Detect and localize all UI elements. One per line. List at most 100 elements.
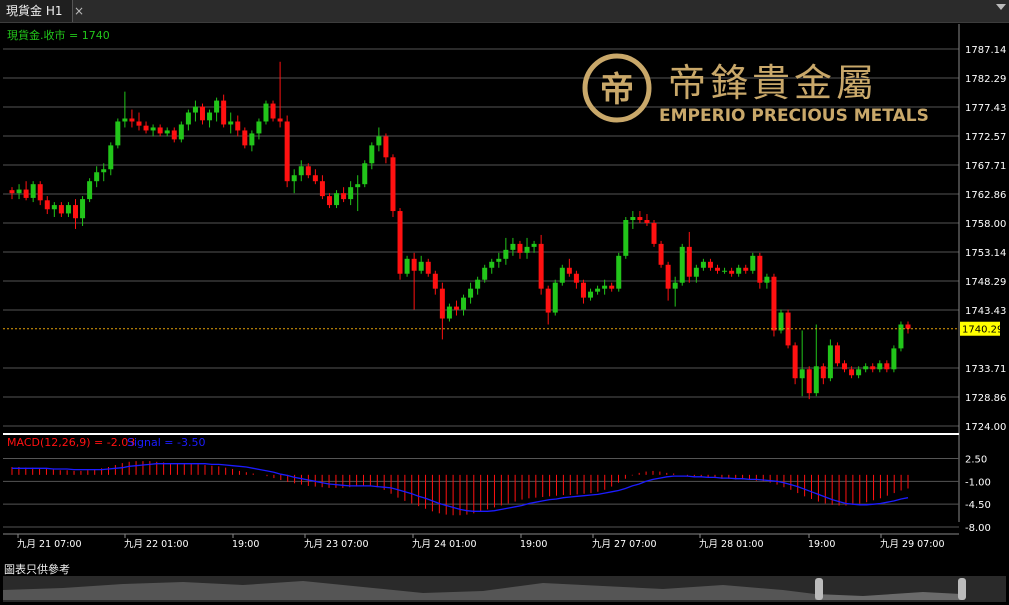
candle-body bbox=[277, 118, 283, 122]
time-tick-label: 九月 27 07:00 bbox=[592, 538, 657, 550]
price-tick-label: 1758.00 bbox=[965, 219, 1006, 230]
candle-body bbox=[305, 166, 311, 176]
candle-body bbox=[164, 130, 170, 134]
macd-label: MACD(12,26,9) = -2.03 bbox=[7, 436, 135, 449]
candle-body bbox=[651, 222, 657, 244]
candle-body bbox=[545, 288, 551, 313]
candle-body bbox=[362, 163, 368, 185]
candle-body bbox=[820, 366, 826, 379]
candle-body bbox=[693, 267, 699, 277]
candle-body bbox=[65, 205, 71, 214]
price-tick-label: 1782.29 bbox=[965, 74, 1006, 85]
candle-body bbox=[609, 285, 615, 289]
candle-body bbox=[341, 193, 347, 200]
logo-chinese-text: 帝鋒貴金屬 bbox=[668, 61, 878, 105]
candle-body bbox=[898, 324, 904, 349]
candle-body bbox=[573, 273, 579, 283]
candle-body bbox=[743, 267, 749, 271]
candle-body bbox=[475, 279, 481, 289]
candle-body bbox=[376, 136, 382, 146]
time-tick-label: 九月 23 07:00 bbox=[304, 538, 369, 550]
candle-body bbox=[778, 312, 784, 331]
candle-body bbox=[489, 261, 495, 268]
price-tick-label: 1762.86 bbox=[965, 190, 1006, 201]
candle-body bbox=[891, 348, 897, 370]
close-icon[interactable]: × bbox=[70, 0, 88, 22]
candle-body bbox=[842, 363, 848, 370]
candle-body bbox=[707, 261, 713, 268]
candle-body bbox=[94, 172, 100, 182]
candle-body bbox=[827, 345, 833, 379]
scroll-handle-right[interactable] bbox=[958, 578, 966, 600]
candle-body bbox=[23, 189, 29, 198]
candle-body bbox=[729, 270, 735, 274]
time-tick-label: 九月 21 07:00 bbox=[17, 538, 82, 550]
logo-english-text: EMPERIO PRECIOUS METALS bbox=[659, 106, 929, 126]
candle-body bbox=[644, 220, 650, 223]
chart-area: 1787.14 1782.29 1777.43 1772.57 1767.71 1762.… bbox=[3, 24, 1006, 562]
price-chart-svg: 1787.14 1782.29 1777.43 1772.57 1767.71 1762.… bbox=[3, 24, 1006, 562]
candle-body bbox=[16, 189, 22, 194]
candle-body bbox=[129, 118, 135, 122]
time-tick-label: 19:00 bbox=[232, 539, 259, 550]
overview-selected-area bbox=[815, 592, 961, 600]
candle-body bbox=[552, 282, 558, 313]
candle-body bbox=[284, 121, 290, 182]
candle-body bbox=[834, 345, 840, 364]
time-tick-label: 19:00 bbox=[520, 539, 547, 550]
chart-tab[interactable]: 現貨金 H1 bbox=[0, 0, 74, 22]
price-tick-label: 1724.00 bbox=[965, 422, 1006, 433]
macd-tick-label: -1.00 bbox=[965, 477, 991, 488]
candle-body bbox=[686, 246, 692, 277]
menu-dropdown-icon[interactable] bbox=[996, 4, 1006, 10]
candle-body bbox=[404, 258, 410, 274]
candle-body bbox=[461, 297, 467, 310]
time-tick-label: 九月 28 01:00 bbox=[699, 538, 764, 550]
price-tick-label: 1777.43 bbox=[965, 103, 1006, 114]
price-tick-label: 1743.43 bbox=[965, 306, 1006, 317]
candle-body bbox=[764, 276, 770, 283]
macd-tick-label: -4.50 bbox=[965, 500, 991, 511]
candle-body bbox=[326, 196, 332, 206]
candle-body bbox=[136, 121, 142, 126]
candle-body bbox=[799, 369, 805, 379]
candle-body bbox=[256, 121, 262, 134]
price-tick-label: 1787.14 bbox=[965, 45, 1006, 56]
candle-body bbox=[397, 211, 403, 274]
candle-body bbox=[672, 282, 678, 289]
candle-body bbox=[369, 145, 375, 164]
price-tick-label: 1767.71 bbox=[965, 161, 1006, 172]
macd-tick-label: 2.50 bbox=[965, 455, 987, 466]
candle-body bbox=[870, 366, 876, 370]
candle-body bbox=[185, 112, 191, 125]
candle-body bbox=[538, 243, 544, 289]
candle-body bbox=[37, 184, 43, 201]
candle-body bbox=[813, 366, 819, 394]
overview-area bbox=[3, 581, 815, 600]
candle-body bbox=[214, 100, 220, 113]
candle-body bbox=[291, 175, 297, 182]
candle-body bbox=[425, 261, 431, 274]
candle-body bbox=[143, 125, 149, 131]
candle-body bbox=[101, 169, 107, 173]
candle-body bbox=[722, 270, 728, 272]
candle-body bbox=[884, 363, 890, 370]
scroll-handle-left[interactable] bbox=[815, 578, 823, 600]
price-tick-label: 1728.86 bbox=[965, 393, 1006, 404]
candle-body bbox=[580, 282, 586, 298]
chart-scrollbar[interactable] bbox=[3, 576, 1006, 602]
candle-body bbox=[418, 261, 424, 271]
candle-body bbox=[863, 366, 869, 370]
disclaimer-caption: 圖表只供參考 bbox=[4, 563, 70, 576]
candle-body bbox=[334, 193, 340, 206]
candle-body bbox=[80, 199, 86, 219]
candle-body bbox=[249, 133, 255, 146]
logo-emblem-glyph: 帝 bbox=[600, 70, 634, 110]
price-tick-label: 1733.71 bbox=[965, 364, 1006, 375]
time-tick-label: 19:00 bbox=[808, 539, 835, 550]
candle-body bbox=[235, 121, 241, 131]
candle-body bbox=[757, 255, 763, 283]
candle-body bbox=[877, 363, 883, 370]
candle-body bbox=[30, 184, 36, 198]
candle-body bbox=[228, 121, 234, 125]
